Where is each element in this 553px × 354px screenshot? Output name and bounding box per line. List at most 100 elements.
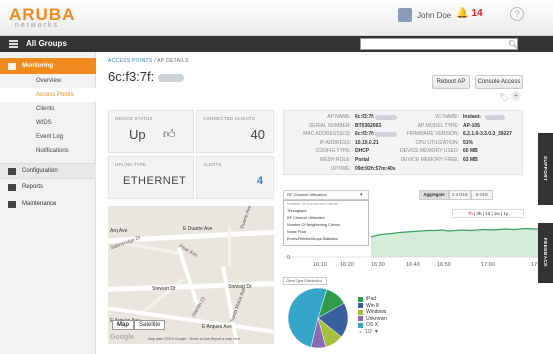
reports-icon xyxy=(8,183,16,191)
breadcrumb: ACCESS POINTS / AP DETAILS xyxy=(108,58,189,64)
sidebar-item-notifications[interactable]: Notifications xyxy=(0,144,96,158)
client-type-pie xyxy=(287,287,349,349)
sidebar-section-maintenance[interactable]: Maintenance xyxy=(0,196,96,212)
sidebar-item-wids[interactable]: WIDS xyxy=(0,116,96,130)
satellite-button[interactable]: Satellite xyxy=(134,320,166,330)
detail-value: 51% xyxy=(463,139,474,146)
logo-wordmark: ARUBA xyxy=(9,5,76,24)
bell-icon: 🔔 xyxy=(456,8,469,19)
device-status-label: DEVICE STATUS xyxy=(115,116,153,121)
menu-option[interactable]: Number Of Connected Clients xyxy=(287,202,338,206)
maintenance-icon xyxy=(8,200,16,208)
prev-page-icon[interactable]: ▲ xyxy=(358,329,363,335)
detail-value: 6c:f3:7f: xyxy=(355,114,375,120)
pie-legend: iPad Win 8 Windows Unknown OS X ▲ 1/2 ▼ xyxy=(358,296,387,336)
breadcrumb-access-points[interactable]: ACCESS POINTS xyxy=(108,58,152,64)
alerts-panel[interactable]: ALERTS 4 xyxy=(196,156,274,199)
search-icon[interactable]: 🔍︎ xyxy=(508,40,518,49)
legend-label: iPad xyxy=(366,296,377,303)
detail-label: AP MODEL TYPE: xyxy=(417,122,459,129)
alerts-button[interactable]: 🔔 14 xyxy=(456,8,483,19)
user-name: John Doe xyxy=(417,10,452,20)
group-selector[interactable]: All Groups xyxy=(26,39,67,48)
detail-label: UPTIME: xyxy=(330,165,351,172)
map-button[interactable]: Map xyxy=(112,320,134,330)
redacted-mac xyxy=(157,73,184,82)
client-type-select[interactable]: Client Type Distribution xyxy=(283,277,327,285)
chevron-down-icon[interactable]: ▾ xyxy=(360,192,363,198)
street-label: E Arques Ave xyxy=(202,324,232,330)
thumbs-up-icon: 👍︎ xyxy=(163,127,176,141)
x-tick-label: 16:10 xyxy=(313,262,327,268)
street-label: E Duarte Ave xyxy=(183,226,213,232)
legend-label: Unknown xyxy=(366,315,387,322)
user-menu[interactable]: John Doe xyxy=(398,8,451,22)
feedback-tab[interactable]: FEEDBACK xyxy=(538,223,553,283)
sidebar-section-reports[interactable]: Reports xyxy=(0,179,96,195)
segment-5ghz[interactable]: 5 GHz xyxy=(471,190,493,200)
detail-label: IP ADDRESS: xyxy=(319,139,351,146)
street-label: Duane Ave xyxy=(239,206,254,230)
legend-item[interactable]: Windows xyxy=(358,309,387,316)
detail-label: DEVICE MEMORY FREE: xyxy=(400,157,459,163)
menu-option[interactable]: Throughput xyxy=(287,209,306,213)
alerts-label: ALERTS xyxy=(203,162,222,167)
help-icon[interactable]: ? xyxy=(510,7,524,21)
menu-icon[interactable] xyxy=(9,40,18,48)
legend-swatch xyxy=(358,303,363,309)
configuration-icon xyxy=(8,167,16,175)
map-footer[interactable]: Map data ©2013 Google - Terms of Use Rep… xyxy=(148,337,240,341)
segment-aggregate[interactable]: Aggregate xyxy=(419,190,449,200)
legend-pager: ▲ 1/2 ▼ xyxy=(358,329,387,336)
legend-label: OS X xyxy=(366,322,378,329)
detail-label: CONFIG TYPE: xyxy=(315,148,351,155)
detail-value: 10.10.0.21 xyxy=(355,139,379,146)
add-icon[interactable]: + xyxy=(511,91,521,101)
street-label: Stewart Dr xyxy=(152,286,176,292)
next-page-icon[interactable]: ▼ xyxy=(374,329,379,335)
x-tick-label: 16:20 xyxy=(340,262,354,268)
search-input[interactable] xyxy=(360,38,518,50)
tag-icon[interactable]: 🏷︎ xyxy=(499,93,509,102)
sidebar-item-event-log[interactable]: Event Log xyxy=(0,130,96,144)
x-tick-label: 16:50 xyxy=(437,262,451,268)
street-label: Arq Ave xyxy=(110,228,128,234)
sidebar-section-label: Monitoring xyxy=(22,63,53,69)
legend-item[interactable]: Unknown xyxy=(358,316,387,323)
connected-clients-value: 40 xyxy=(250,127,265,142)
segment-24ghz[interactable]: 2.4 GHz xyxy=(449,190,471,200)
detail-value: BT0362063 xyxy=(355,122,382,129)
legend-swatch xyxy=(358,309,363,315)
console-access-button[interactable]: Console Access xyxy=(475,75,523,89)
detail-label: FIRMWARE VERSION: xyxy=(406,131,459,138)
connected-clients-panel: CONNECTED CLIENTS 40 xyxy=(196,110,274,153)
detail-label: SERIAL NUMBER: xyxy=(308,122,351,129)
reboot-ap-button[interactable]: Reboot AP xyxy=(432,75,470,89)
sidebar-section-configuration[interactable]: Configuration xyxy=(0,163,96,179)
support-tab[interactable]: SUPPORT xyxy=(538,133,553,205)
sidebar-item-access-points[interactable]: Access Points xyxy=(0,88,96,102)
detail-label: MAC ADDRESS(ES): xyxy=(303,131,351,138)
map-type-toggle: Map Satellite xyxy=(112,320,166,330)
detail-value: Portal xyxy=(355,157,370,163)
google-logo: Google xyxy=(110,334,135,341)
y-tick-label: 0 xyxy=(287,255,290,261)
aruba-logo[interactable]: ARUBA networks xyxy=(9,5,76,29)
sidebar: Monitoring Overview Access Points Client… xyxy=(0,52,96,354)
sidebar-section-monitoring[interactable]: Monitoring xyxy=(0,58,96,74)
alerts-value[interactable]: 4 xyxy=(257,175,263,187)
graph-metric-select[interactable]: RF Channel Utilization xyxy=(283,190,369,200)
avatar xyxy=(398,8,412,22)
detail-value: 60 MB xyxy=(463,148,478,155)
page-title: 6c:f3:7f: xyxy=(108,69,184,84)
uplink-type-panel: UPLINK TYPE ETHERNET xyxy=(108,156,194,199)
alert-count: 14 xyxy=(471,8,483,19)
legend-label: Win 8 xyxy=(366,302,379,309)
uplink-type-value: ETHERNET xyxy=(123,175,187,187)
sidebar-item-overview[interactable]: Overview xyxy=(0,74,96,88)
legend-label: Windows xyxy=(366,309,387,316)
legend-swatch xyxy=(358,296,363,302)
sidebar-section-label: Configuration xyxy=(22,168,58,174)
sidebar-item-clients[interactable]: Clients xyxy=(0,102,96,116)
detail-value: 6c:f3:7f: xyxy=(355,131,375,138)
